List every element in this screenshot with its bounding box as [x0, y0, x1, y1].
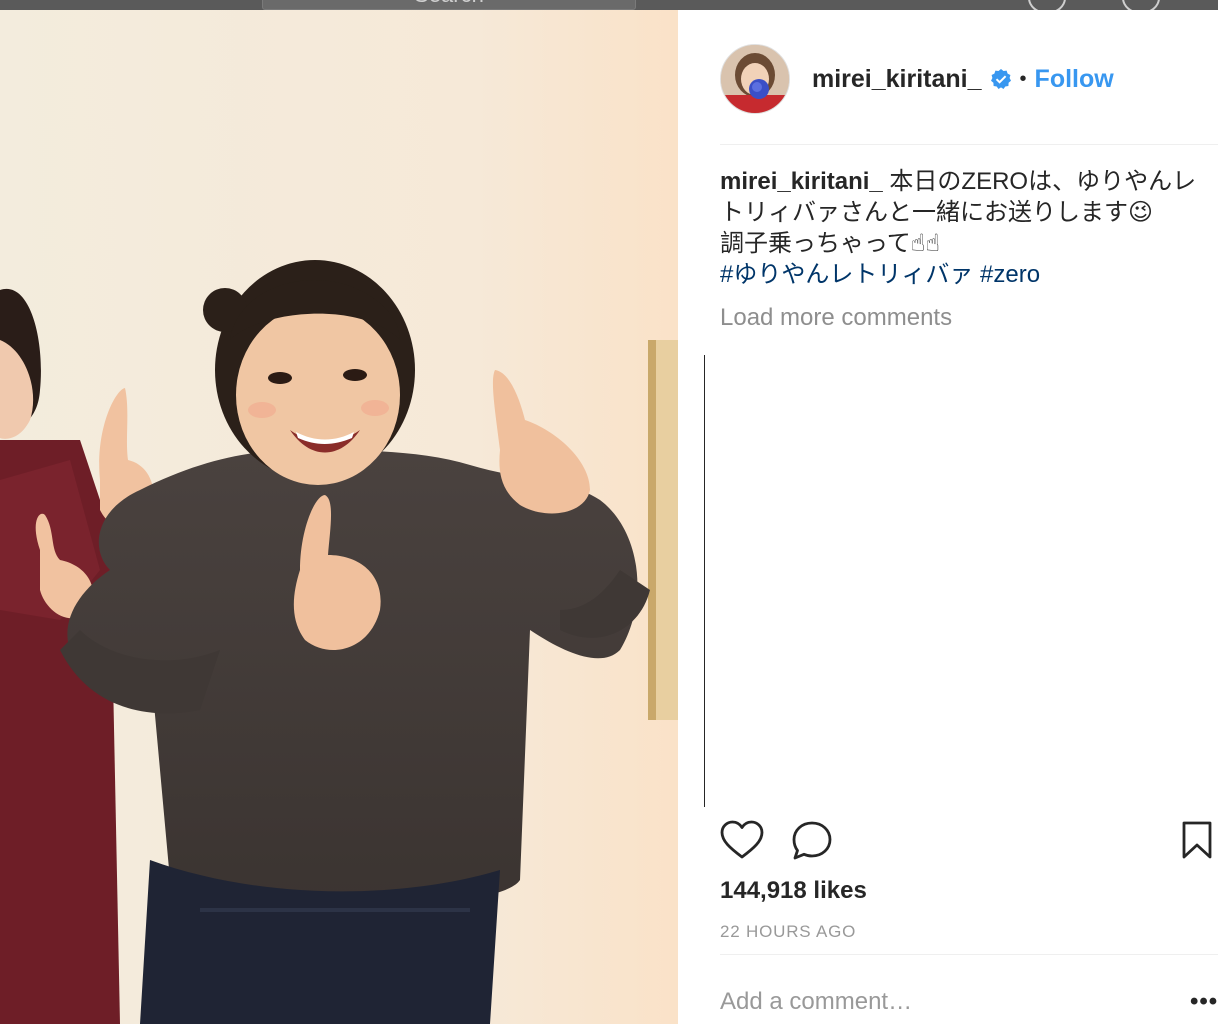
- likes-count[interactable]: 144,918 likes: [720, 877, 867, 905]
- follow-button[interactable]: Follow: [1035, 65, 1114, 94]
- add-comment-input[interactable]: Add a comment…: [720, 988, 912, 1016]
- post-actions: [720, 820, 1218, 866]
- search-input[interactable]: Search: [262, 0, 636, 10]
- post-timestamp[interactable]: 22 HOURS AGO: [720, 922, 856, 942]
- like-heart-icon[interactable]: [720, 820, 764, 865]
- more-options-button[interactable]: •••: [1190, 988, 1218, 1016]
- comments-scrollbar[interactable]: [704, 355, 705, 807]
- post-details-panel: mirei_kiritani_ • Follow mirei_kiritani_…: [678, 10, 1218, 1024]
- username-link[interactable]: mirei_kiritani_: [812, 65, 982, 94]
- heart-nav-icon[interactable]: [1122, 0, 1160, 10]
- photo-image: [0, 10, 678, 1024]
- caption-hashtags[interactable]: #ゆりやんレトリィバァ #zero: [720, 261, 1040, 288]
- avatar[interactable]: [720, 44, 790, 114]
- avatar-image: [721, 45, 789, 113]
- divider: [720, 954, 1218, 955]
- divider: [720, 144, 1218, 145]
- comment-bubble-icon[interactable]: [790, 820, 834, 867]
- post-photo[interactable]: [0, 10, 678, 1024]
- top-navigation-bar: Search: [0, 0, 1218, 10]
- caption-username[interactable]: mirei_kiritani_: [720, 168, 883, 195]
- post-caption: mirei_kiritani_ 本日のZEROは、ゆりやんレトリィバァさんと一緒…: [720, 166, 1210, 290]
- compass-icon[interactable]: [1028, 0, 1066, 10]
- verified-badge-icon: [990, 68, 1012, 90]
- caption-text-line2: 調子乗っちゃって☝☝: [720, 230, 941, 257]
- save-bookmark-icon[interactable]: [1180, 820, 1214, 865]
- post-header: mirei_kiritani_ • Follow: [720, 44, 1114, 114]
- load-more-comments-link[interactable]: Load more comments: [720, 304, 952, 332]
- separator-dot: •: [1019, 67, 1027, 90]
